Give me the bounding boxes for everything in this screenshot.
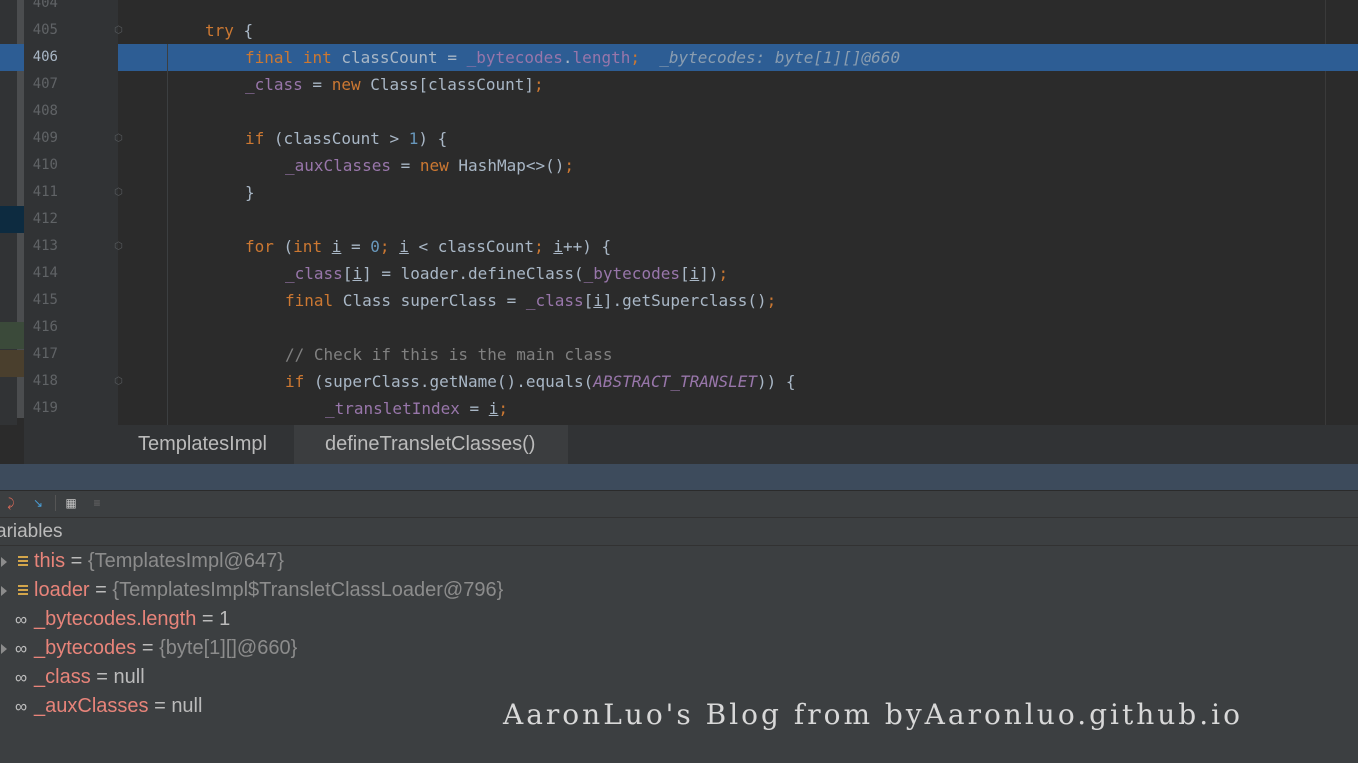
line-number: 415 — [32, 292, 58, 308]
line-number: 407 — [32, 76, 58, 92]
code-line-417[interactable]: // Check if this is the main class — [285, 341, 613, 368]
indent-guide — [167, 44, 168, 425]
variable-name: _class — [34, 666, 91, 688]
line-number: 405 — [32, 22, 58, 38]
line-number: 404 — [32, 0, 58, 11]
breadcrumb-separator — [545, 425, 563, 464]
watch-icon: ∞ — [15, 668, 28, 687]
settings-icon[interactable]: ≡ — [90, 496, 104, 510]
code-line-407[interactable]: _class = new Class[classCount]; — [245, 71, 544, 98]
step-into-icon[interactable]: ↘ — [31, 496, 45, 510]
expand-arrow-icon[interactable] — [1, 644, 7, 654]
variable-name: _auxClasses — [34, 695, 149, 717]
variable-name: _bytecodes.length — [34, 608, 197, 630]
variable-row[interactable]: ∞ _bytecodes.length = 1 — [0, 605, 900, 634]
blog-watermark: AaronLuo's Blog from byAaronluo.github.i… — [503, 698, 1243, 731]
code-line-405[interactable]: try { — [205, 17, 253, 44]
watch-icon: ∞ — [15, 639, 28, 658]
line-number: 419 — [32, 400, 58, 416]
line-number: 413 — [32, 238, 58, 254]
line-number: 417 — [32, 346, 58, 362]
code-editor[interactable]: 404 405 406 407 408 409 410 411 412 413 … — [0, 0, 1358, 425]
code-line-410[interactable]: _auxClasses = new HashMap<>(); — [285, 152, 574, 179]
line-number: 408 — [32, 103, 58, 119]
variable-equals: = — [196, 608, 220, 630]
breadcrumb-item-method[interactable]: defineTransletClasses() — [294, 425, 568, 464]
code-line-414[interactable]: _class[i] = loader.defineClass(_bytecode… — [285, 260, 728, 287]
code-line-419[interactable]: _transletIndex = i; — [325, 395, 508, 422]
breadcrumb-gutter — [0, 425, 24, 464]
variable-value: null — [171, 695, 203, 717]
variable-value: {TemplatesImpl$TransletClassLoader@796} — [112, 579, 504, 601]
strip-marker — [0, 350, 24, 377]
variable-equals: = — [65, 550, 88, 572]
variable-equals: = — [90, 666, 114, 688]
variable-equals: = — [148, 695, 172, 717]
strip-marker — [0, 322, 24, 349]
line-number-current: 406 — [32, 49, 58, 65]
expand-arrow-icon[interactable] — [1, 557, 7, 567]
code-line-415[interactable]: final Class superClass = _class[i].getSu… — [285, 287, 776, 314]
fold-marker-icon[interactable]: ⬡ — [113, 187, 124, 199]
variable-value: null — [113, 666, 145, 688]
variable-name: _bytecodes — [34, 637, 137, 659]
code-line-411[interactable]: } — [245, 179, 255, 206]
breadcrumb-separator — [276, 425, 294, 464]
variable-row[interactable]: this = {TemplatesImpl@647} — [0, 547, 900, 576]
code-line-406[interactable]: final int classCount = _bytecodes.length… — [245, 44, 900, 71]
line-number: 411 — [32, 184, 58, 200]
table-icon[interactable]: ▦ — [64, 496, 78, 510]
expand-arrow-icon[interactable] — [1, 586, 7, 596]
inline-debug-hint: _bytecodes: byte[1][]@660 — [659, 48, 901, 67]
variable-value: {TemplatesImpl@647} — [87, 550, 284, 572]
object-icon — [18, 556, 28, 566]
variables-divider — [0, 545, 1358, 546]
code-text: try — [205, 21, 234, 40]
restore-layout-icon[interactable]: ⤸ — [4, 496, 18, 510]
variable-row[interactable]: ∞ _class = null — [0, 663, 900, 692]
line-number: 416 — [32, 319, 58, 335]
breadcrumb: TemplatesImpl defineTransletClasses() — [0, 425, 1358, 464]
variable-value: 1 — [219, 608, 231, 630]
toolbar-separator — [55, 495, 56, 511]
fold-marker-icon[interactable]: ⬡ — [113, 376, 124, 388]
line-number: 418 — [32, 373, 58, 389]
fold-marker-icon[interactable]: ⬡ — [113, 241, 124, 253]
variable-row[interactable]: ∞ _bytecodes = {byte[1][]@660} — [0, 634, 900, 663]
fold-marker-icon[interactable]: ⬡ — [113, 133, 124, 145]
code-text: final int classCount = _bytecodes.length… — [245, 48, 640, 67]
variables-title: ariables — [0, 521, 63, 542]
object-icon — [18, 585, 28, 595]
code-line-418[interactable]: if (superClass.getName().equals(ABSTRACT… — [285, 368, 796, 395]
variable-equals: = — [136, 637, 160, 659]
line-number: 412 — [32, 211, 58, 227]
code-line-409[interactable]: if (classCount > 1) { — [245, 125, 447, 152]
variable-row[interactable]: loader = {TemplatesImpl$TransletClassLoa… — [0, 576, 900, 605]
debug-toolbar: ⤸ ↘ ▦ ≡ — [0, 491, 1358, 518]
fold-marker-icon[interactable]: ⬡ — [113, 25, 124, 37]
breadcrumb-item-class[interactable]: TemplatesImpl — [124, 425, 288, 464]
watch-icon: ∞ — [15, 697, 28, 716]
variable-equals: = — [89, 579, 113, 601]
variable-name: this — [34, 550, 66, 572]
watch-icon: ∞ — [15, 610, 28, 629]
variable-value: {byte[1][]@660} — [159, 637, 298, 659]
code-line-413[interactable]: for (int i = 0; i < classCount; i++) { — [245, 233, 611, 260]
variable-name: loader — [34, 579, 90, 601]
panel-divider[interactable] — [0, 464, 1358, 490]
line-number: 409 — [32, 130, 58, 146]
line-number: 410 — [32, 157, 58, 173]
strip-marker — [0, 206, 24, 233]
line-number: 414 — [32, 265, 58, 281]
